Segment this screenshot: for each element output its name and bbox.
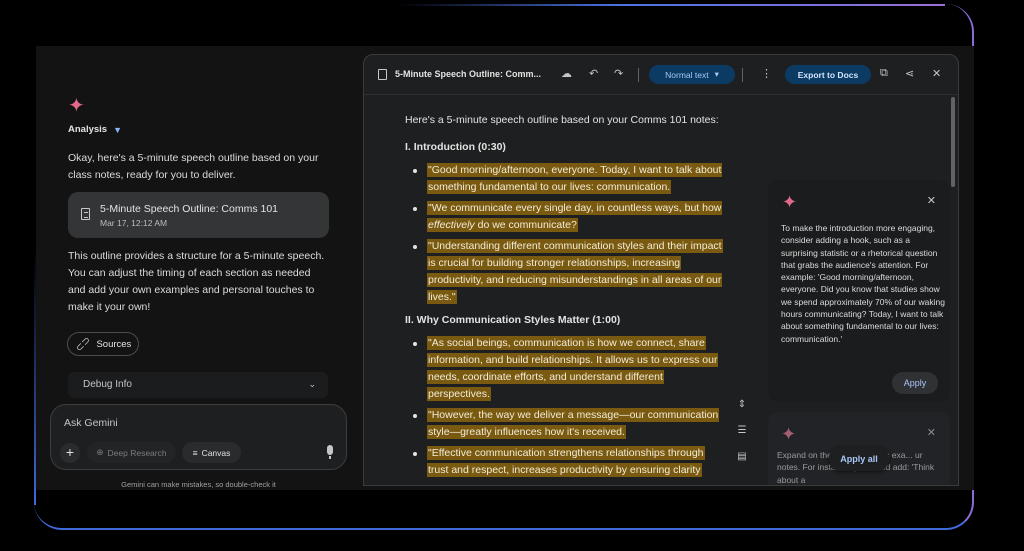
text-part: do we communicate? [474, 219, 577, 231]
tune-icon[interactable]: ☰ [731, 421, 753, 447]
apply-all-button[interactable]: Apply all [829, 447, 889, 471]
gemini-spark-icon: ✦ [68, 95, 85, 117]
canvas-pane: 5-Minute Speech Outline: Comm... ☁ ↶ ↷ N… [363, 54, 959, 486]
highlighted-text[interactable]: "Good morning/afternoon, everyone. Today… [427, 163, 723, 194]
bullet-list: "Good morning/afternoon, everyone. Today… [405, 162, 725, 306]
highlighted-text[interactable]: "We communicate every single day, in cou… [427, 201, 723, 232]
close-icon[interactable]: ✕ [932, 67, 941, 80]
canvas-toolbar: 5-Minute Speech Outline: Comm... ☁ ↶ ↷ N… [364, 55, 958, 95]
response-intro: Okay, here's a 5-minute speech outline b… [68, 152, 319, 181]
sources-button[interactable]: ⊂⊃ Sources [67, 332, 139, 356]
share-icon[interactable]: ⋖ [905, 67, 914, 80]
highlighted-text[interactable]: "As social beings, communication is how … [427, 336, 719, 401]
highlighted-text[interactable]: "Effective communication strengthens rel… [427, 446, 705, 477]
list-item: "We communicate every single day, in cou… [405, 200, 725, 234]
frame-glow-top [400, 4, 945, 6]
gemini-spark-icon: ✦ [781, 424, 797, 444]
doc-title: 5-Minute Speech Outline: Comm... [395, 69, 542, 79]
text-part: "We communicate every single day, in cou… [428, 202, 722, 214]
suggestion-card: ✦ ✕ To make the introduction more engagi… [768, 180, 950, 402]
doc-card-date: Mar 17, 12:12 AM [100, 218, 168, 228]
text-style-dropdown[interactable]: Normal text ▾ [649, 65, 735, 84]
globe-icon: ⊕ [96, 447, 104, 457]
prompt-box[interactable]: Ask Gemini + ⊕ Deep Research ≡ Canvas [50, 404, 347, 470]
deep-research-button[interactable]: ⊕ Deep Research [87, 442, 176, 463]
close-icon[interactable]: ✕ [927, 194, 936, 207]
response-body: This outline provides a structure for a … [68, 250, 325, 313]
apply-button[interactable]: Apply [892, 372, 938, 394]
cloud-icon: ☁ [561, 68, 572, 80]
section-heading: I. Introduction (0:30) [405, 141, 506, 153]
analysis-toggle[interactable]: Analysis ▼ [68, 124, 122, 135]
document-icon [378, 69, 387, 80]
close-icon[interactable]: ✕ [927, 426, 936, 439]
disclaimer: Gemini can make mistakes, so double-chec… [121, 480, 276, 489]
suggest-edits-icon[interactable]: ▤ [731, 447, 753, 473]
highlighted-text[interactable]: "Understanding different communication s… [427, 239, 723, 304]
caret-down-icon: ▾ [714, 69, 719, 79]
export-to-docs-button[interactable]: Export to Docs [785, 65, 871, 84]
deep-research-label: Deep Research [107, 447, 167, 458]
doc-card[interactable]: 5-Minute Speech Outline: Comms 101 Mar 1… [68, 192, 329, 238]
doc-card-title: 5-Minute Speech Outline: Comms 101 [100, 203, 279, 215]
gemini-spark-icon: ✦ [782, 192, 798, 212]
doc-intro: Here's a 5-minute speech outline based o… [405, 114, 719, 126]
prompt-placeholder[interactable]: Ask Gemini [64, 417, 118, 429]
list-item: "Good morning/afternoon, everyone. Today… [405, 162, 725, 196]
highlighted-text[interactable]: "However, the way we deliver a message—o… [427, 408, 720, 439]
document-icon [81, 208, 90, 220]
gemini-app: ✦ Analysis ▼ Okay, here's a 5-minute spe… [36, 46, 974, 490]
undo-icon[interactable]: ↶ [589, 67, 598, 80]
text-style-label: Normal text [665, 69, 709, 80]
sources-label: Sources [96, 338, 132, 350]
copy-icon[interactable]: ⧉ [880, 67, 888, 80]
suggestion-text: To make the introduction more engaging, … [781, 223, 945, 344]
debug-info-dropdown[interactable]: Debug Info ⌄ [68, 372, 328, 398]
add-button[interactable]: + [60, 443, 80, 463]
chat-pane: ✦ Analysis ▼ Okay, here's a 5-minute spe… [36, 46, 364, 490]
list-item: "As social beings, communication is how … [405, 335, 725, 403]
chevron-down-icon: ⌄ [308, 379, 316, 389]
canvas-button[interactable]: ≡ Canvas [182, 442, 241, 463]
toolbar-divider [742, 68, 743, 82]
canvas-label: Canvas [201, 447, 231, 458]
adjust-length-icon[interactable]: ⇕ [731, 395, 753, 421]
analysis-label: Analysis [68, 124, 108, 135]
toolbar-divider [638, 68, 639, 82]
edit-tools: ⇕ ☰ ▤ [731, 395, 753, 473]
section-heading: II. Why Communication Styles Matter (1:0… [405, 314, 621, 326]
canvas-icon: ≡ [192, 447, 198, 458]
link-icon: ⊂⊃ [73, 334, 93, 354]
debug-info-label: Debug Info [83, 379, 132, 390]
doc-content[interactable]: Here's a 5-minute speech outline based o… [405, 112, 725, 485]
chevron-down-icon: ▼ [113, 124, 122, 135]
bullet-list: "As social beings, communication is how … [405, 335, 725, 479]
list-item: "Understanding different communication s… [405, 238, 725, 306]
scrollbar[interactable] [951, 97, 955, 187]
microphone-icon[interactable] [327, 445, 333, 459]
text-emphasis: effectively [428, 219, 475, 231]
list-item: "However, the way we deliver a message—o… [405, 407, 725, 441]
more-vert-icon[interactable]: ⋮ [761, 67, 772, 80]
redo-icon[interactable]: ↷ [614, 67, 623, 80]
list-item: "Effective communication strengthens rel… [405, 445, 725, 479]
